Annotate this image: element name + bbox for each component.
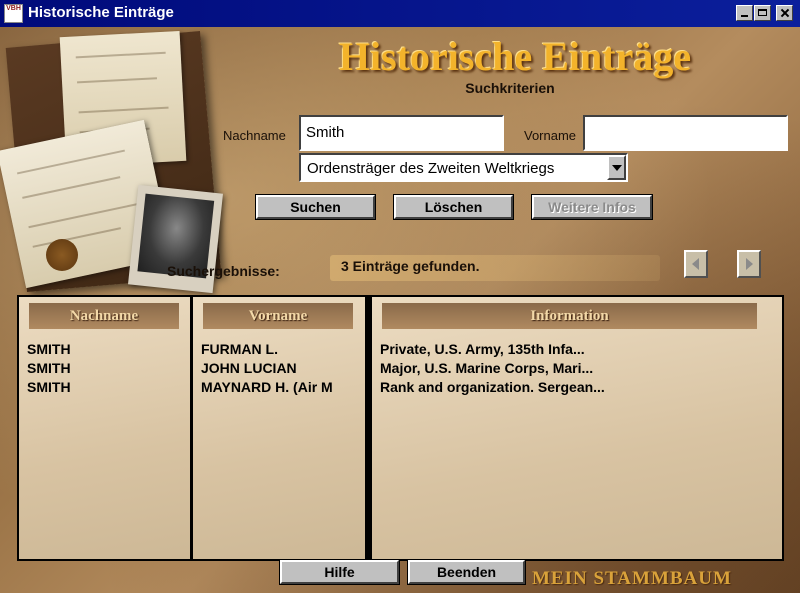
maximize-button[interactable]	[754, 5, 771, 21]
information-column[interactable]: Information Private, U.S. Army, 135th In…	[372, 297, 782, 559]
lastname-input[interactable]: Smith	[299, 115, 504, 151]
lastname-column[interactable]: Nachname SMITH SMITH SMITH	[19, 297, 190, 559]
column-header-firstname: Vorname	[203, 303, 353, 329]
documents-illustration	[0, 29, 228, 299]
main-panel: Historische Einträge Suchkriterien Nachn…	[0, 27, 800, 593]
table-cell[interactable]: MAYNARD H. (Air M	[201, 379, 361, 395]
category-dropdown-value: Ordensträger des Zweiten Weltkriegs	[307, 160, 555, 177]
column-header-information: Information	[382, 303, 757, 329]
dropdown-arrow-icon[interactable]	[607, 155, 626, 180]
title-bar[interactable]: VBH Historische Einträge	[0, 0, 800, 27]
app-window: VBH Historische Einträge Historische Ein…	[0, 0, 800, 593]
previous-arrow-icon[interactable]	[684, 250, 708, 278]
category-dropdown[interactable]: Ordensträger des Zweiten Weltkriegs	[299, 153, 628, 182]
results-label: Suchergebnisse:	[167, 263, 280, 279]
results-table: Nachname SMITH SMITH SMITH Vorname FURMA…	[17, 295, 784, 561]
results-count: 3 Einträge gefunden.	[341, 258, 480, 274]
table-cell[interactable]: JOHN LUCIAN	[201, 360, 361, 376]
table-cell[interactable]: Major, U.S. Marine Corps, Mari...	[380, 360, 775, 376]
help-button[interactable]: Hilfe	[279, 559, 400, 585]
table-cell[interactable]: Rank and organization. Sergean...	[380, 379, 775, 395]
more-info-button[interactable]: Weitere Infos	[531, 194, 653, 220]
column-header-lastname: Nachname	[29, 303, 179, 329]
table-cell[interactable]: FURMAN L.	[201, 341, 361, 357]
brand-logo: MEIN STAMMBAUM	[532, 568, 732, 589]
search-button[interactable]: Suchen	[255, 194, 376, 220]
minimize-button[interactable]	[736, 5, 753, 21]
app-icon[interactable]: VBH	[4, 4, 23, 23]
quit-button[interactable]: Beenden	[407, 559, 526, 585]
firstname-input[interactable]	[583, 115, 788, 151]
window-title: Historische Einträge	[28, 4, 174, 21]
seal-image	[46, 239, 78, 271]
app-heading: Historische Einträge	[338, 34, 692, 79]
firstname-label: Vorname	[524, 128, 577, 143]
table-cell[interactable]: SMITH	[27, 360, 71, 376]
next-arrow-icon[interactable]	[737, 250, 761, 278]
close-button[interactable]	[776, 5, 793, 21]
search-criteria-heading: Suchkriterien	[465, 80, 555, 96]
firstname-column[interactable]: Vorname FURMAN L. JOHN LUCIAN MAYNARD H.…	[193, 297, 365, 559]
table-cell[interactable]: SMITH	[27, 341, 71, 357]
table-cell[interactable]: SMITH	[27, 379, 71, 395]
clear-button[interactable]: Löschen	[393, 194, 514, 220]
lastname-label: Nachname	[223, 128, 286, 143]
table-cell[interactable]: Private, U.S. Army, 135th Infa...	[380, 341, 775, 357]
